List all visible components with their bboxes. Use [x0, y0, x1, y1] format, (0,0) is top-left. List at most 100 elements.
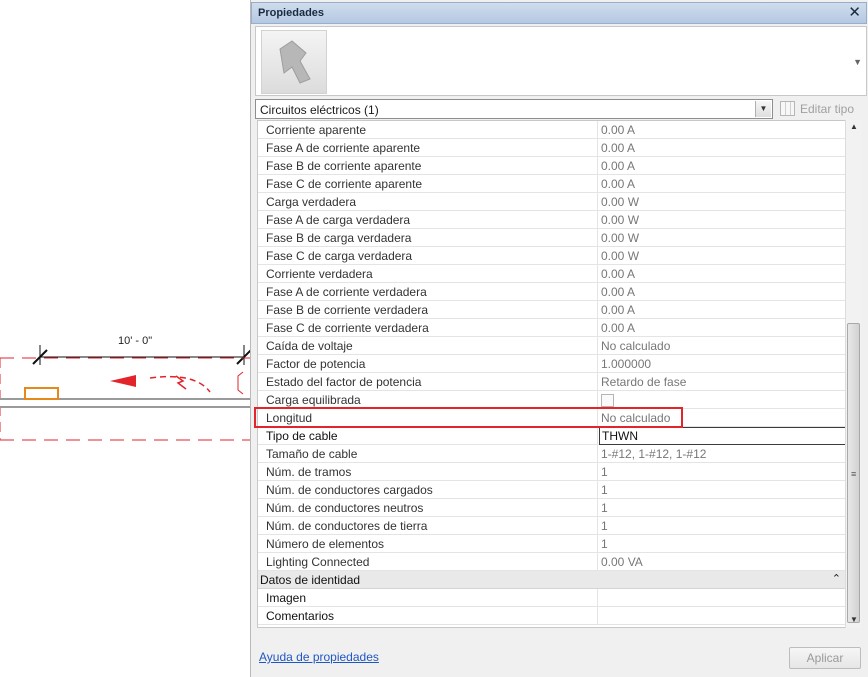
group-title: Datos de identidad	[260, 573, 361, 587]
property-row[interactable]: Fase C de corriente aparente 0.00 A	[258, 175, 845, 193]
property-value: 0.00 A	[601, 267, 636, 281]
property-name: Fase B de corriente aparente	[258, 157, 598, 175]
property-row[interactable]: Fase B de carga verdadera 0.00 W	[258, 229, 845, 247]
property-row[interactable]: Fase B de corriente aparente 0.00 A	[258, 157, 845, 175]
property-row-cable-type[interactable]: Tipo de cable THWN	[258, 427, 845, 445]
property-row-length[interactable]: Longitud No calculado	[258, 409, 845, 427]
property-value: 0.00 A	[601, 159, 636, 173]
balanced-load-checkbox[interactable]	[601, 394, 614, 407]
property-row[interactable]: Núm. de conductores de tierra 1	[258, 517, 845, 535]
property-row[interactable]: Núm. de conductores neutros 1	[258, 499, 845, 517]
property-value: 0.00 VA	[601, 555, 643, 569]
property-row[interactable]: Fase C de corriente verdadera 0.00 A	[258, 319, 845, 337]
palette-title: Propiedades	[258, 7, 325, 19]
cable-type-input[interactable]: THWN	[599, 427, 845, 445]
property-value: No calculado	[601, 339, 671, 353]
property-value: 0.00 W	[601, 195, 640, 209]
property-value: 0.00 W	[601, 213, 640, 227]
property-row[interactable]: Comentarios	[258, 607, 845, 625]
property-row[interactable]: Fase A de corriente verdadera 0.00 A	[258, 283, 845, 301]
edit-type-button[interactable]: Editar tipo	[778, 99, 864, 119]
type-preview-dropdown-icon[interactable]: ▼	[853, 57, 862, 67]
property-name: Tamaño de cable	[258, 445, 598, 463]
property-row[interactable]: Fase B de corriente verdadera 0.00 A	[258, 301, 845, 319]
property-row[interactable]: Carga equilibrada	[258, 391, 845, 409]
property-row[interactable]: Fase C de carga verdadera 0.00 W	[258, 247, 845, 265]
property-value: 1-#12, 1-#12, 1-#12	[601, 447, 707, 461]
property-row[interactable]: Núm. de tramos 1	[258, 463, 845, 481]
property-value: 0.00 W	[601, 231, 640, 245]
dimension-label: 10' - 0"	[118, 335, 153, 347]
property-value: 0.00 A	[601, 321, 636, 335]
property-value: 0.00 A	[601, 141, 636, 155]
property-value: 1	[601, 483, 608, 497]
palette-titlebar[interactable]: Propiedades ✕	[251, 2, 867, 24]
property-name: Factor de potencia	[258, 355, 598, 373]
property-name: Núm. de conductores cargados	[258, 481, 598, 499]
property-value: 0.00 A	[601, 285, 636, 299]
type-preview[interactable]: ▼	[255, 26, 867, 96]
property-row[interactable]: Núm. de conductores cargados 1	[258, 481, 845, 499]
property-value: 0.00 A	[601, 123, 636, 137]
property-name: Comentarios	[258, 607, 598, 625]
property-row[interactable]: Fase A de carga verdadera 0.00 W	[258, 211, 845, 229]
home-run-arrow-icon	[110, 375, 136, 387]
collapse-icon[interactable]: ⌃	[832, 572, 841, 585]
drawing-canvas[interactable]: 10' - 0"	[0, 0, 250, 677]
property-value: 0.00 A	[601, 303, 636, 317]
edit-type-icon	[780, 101, 795, 116]
group-header-identity[interactable]: Datos de identidad ⌃	[258, 571, 845, 589]
property-row[interactable]: Corriente aparente 0.00 A	[258, 121, 845, 139]
chevron-down-icon[interactable]: ▼	[755, 101, 771, 117]
property-value: 1	[601, 501, 608, 515]
property-name: Fase A de corriente verdadera	[258, 283, 598, 301]
property-name: Carga verdadera	[258, 193, 598, 211]
grip-icon: ≡	[851, 469, 857, 479]
property-name: Tipo de cable	[258, 427, 598, 445]
property-row[interactable]: Estado del factor de potencia Retardo de …	[258, 373, 845, 391]
property-name: Corriente verdadera	[258, 265, 598, 283]
scroll-up-icon[interactable]: ▲	[846, 122, 862, 131]
property-row[interactable]: Imagen	[258, 589, 845, 607]
property-row[interactable]: Fase A de corriente aparente 0.00 A	[258, 139, 845, 157]
circuit-type-icon	[279, 40, 311, 84]
type-selector-dropdown[interactable]: Circuitos eléctricos (1) ▼	[255, 99, 773, 119]
property-row[interactable]: Factor de potencia 1.000000	[258, 355, 845, 373]
scrollbar-thumb[interactable]: ≡	[847, 323, 860, 623]
properties-grid: Corriente aparente 0.00 A Fase A de corri…	[257, 120, 846, 628]
apply-button[interactable]: Aplicar	[789, 647, 861, 669]
panel-symbol-icon	[237, 371, 244, 395]
property-name: Fase C de corriente aparente	[258, 175, 598, 193]
property-name: Fase B de carga verdadera	[258, 229, 598, 247]
property-name: Núm. de conductores de tierra	[258, 517, 598, 535]
property-row[interactable]: Corriente verdadera 0.00 A	[258, 265, 845, 283]
help-link[interactable]: Ayuda de propiedades	[259, 650, 379, 664]
property-value[interactable]	[599, 589, 845, 607]
scroll-down-icon[interactable]: ▼	[846, 615, 862, 624]
property-row[interactable]: Carga verdadera 0.00 W	[258, 193, 845, 211]
property-row[interactable]: Número de elementos 1	[258, 535, 845, 553]
electrical-device	[24, 387, 59, 400]
property-value: 1	[601, 537, 608, 551]
property-value: 0.00 W	[601, 249, 640, 263]
property-name: Imagen	[258, 589, 598, 607]
property-row[interactable]: Lighting Connected 0.00 VA	[258, 553, 845, 571]
property-name: Caída de voltaje	[258, 337, 598, 355]
property-name: Fase C de carga verdadera	[258, 247, 598, 265]
property-value: No calculado	[601, 411, 671, 425]
property-name: Fase A de carga verdadera	[258, 211, 598, 229]
property-name: Longitud	[258, 409, 598, 427]
type-selector-value: Circuitos eléctricos (1)	[260, 103, 379, 117]
property-row[interactable]: Tamaño de cable 1-#12, 1-#12, 1-#12	[258, 445, 845, 463]
property-name: Fase A de corriente aparente	[258, 139, 598, 157]
property-row[interactable]: Caída de voltaje No calculado	[258, 337, 845, 355]
type-image	[261, 30, 327, 94]
property-value: 1	[601, 465, 608, 479]
property-name: Fase B de corriente verdadera	[258, 301, 598, 319]
properties-scrollbar[interactable]: ▲ ≡ ▼	[845, 120, 861, 628]
property-value: 1	[601, 519, 608, 533]
property-name: Núm. de tramos	[258, 463, 598, 481]
property-name: Fase C de corriente verdadera	[258, 319, 598, 337]
close-icon[interactable]: ✕	[848, 4, 861, 22]
property-value[interactable]	[599, 607, 845, 625]
